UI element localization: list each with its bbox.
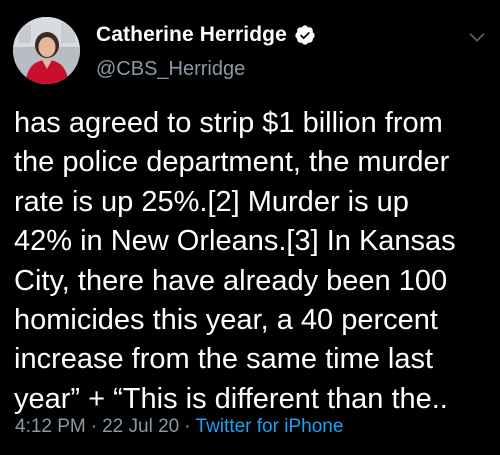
tweet-meta: 4:12 PM · 22 Jul 20 · Twitter for iPhone — [15, 416, 343, 438]
meta-separator: · — [90, 416, 98, 437]
tweet-text-line: rate is up 25%.[2] Murder is up — [14, 185, 409, 218]
tweet-text-line: the police department, the murder — [14, 146, 450, 179]
tweet-source-link[interactable]: Twitter for iPhone — [196, 416, 344, 437]
author-handle[interactable]: @CBS_Herridge — [96, 58, 245, 81]
author-name-row: Catherine Herridge — [96, 22, 316, 48]
tweet-text-line: City, there have already been 100 — [14, 264, 448, 297]
tweet-text-line: homicides this year, a 40 percent — [14, 304, 438, 337]
chevron-down-icon[interactable] — [466, 26, 488, 48]
tweet-text-line: has agreed to strip $1 billion from — [14, 107, 443, 139]
tweet-time[interactable]: 4:12 PM — [15, 416, 86, 437]
verified-badge-icon — [295, 25, 315, 45]
author-display-name[interactable]: Catherine Herridge — [96, 23, 287, 47]
tweet-text-line: increase from the same time last — [14, 343, 434, 376]
tweet-text-line: 42% in New Orleans.[3] In Kansas — [14, 225, 456, 258]
tweet-text-line: year” + “This is different than the.. — [14, 382, 448, 415]
avatar[interactable] — [13, 17, 80, 84]
meta-separator: · — [184, 416, 191, 437]
tweet-card: Catherine Herridge @CBS_Herridge has agr… — [0, 0, 500, 455]
tweet-date[interactable]: 22 Jul 20 — [102, 416, 179, 437]
tweet-text: has agreed to strip $1 billion from the … — [14, 104, 494, 419]
avatar-photo — [13, 17, 80, 84]
